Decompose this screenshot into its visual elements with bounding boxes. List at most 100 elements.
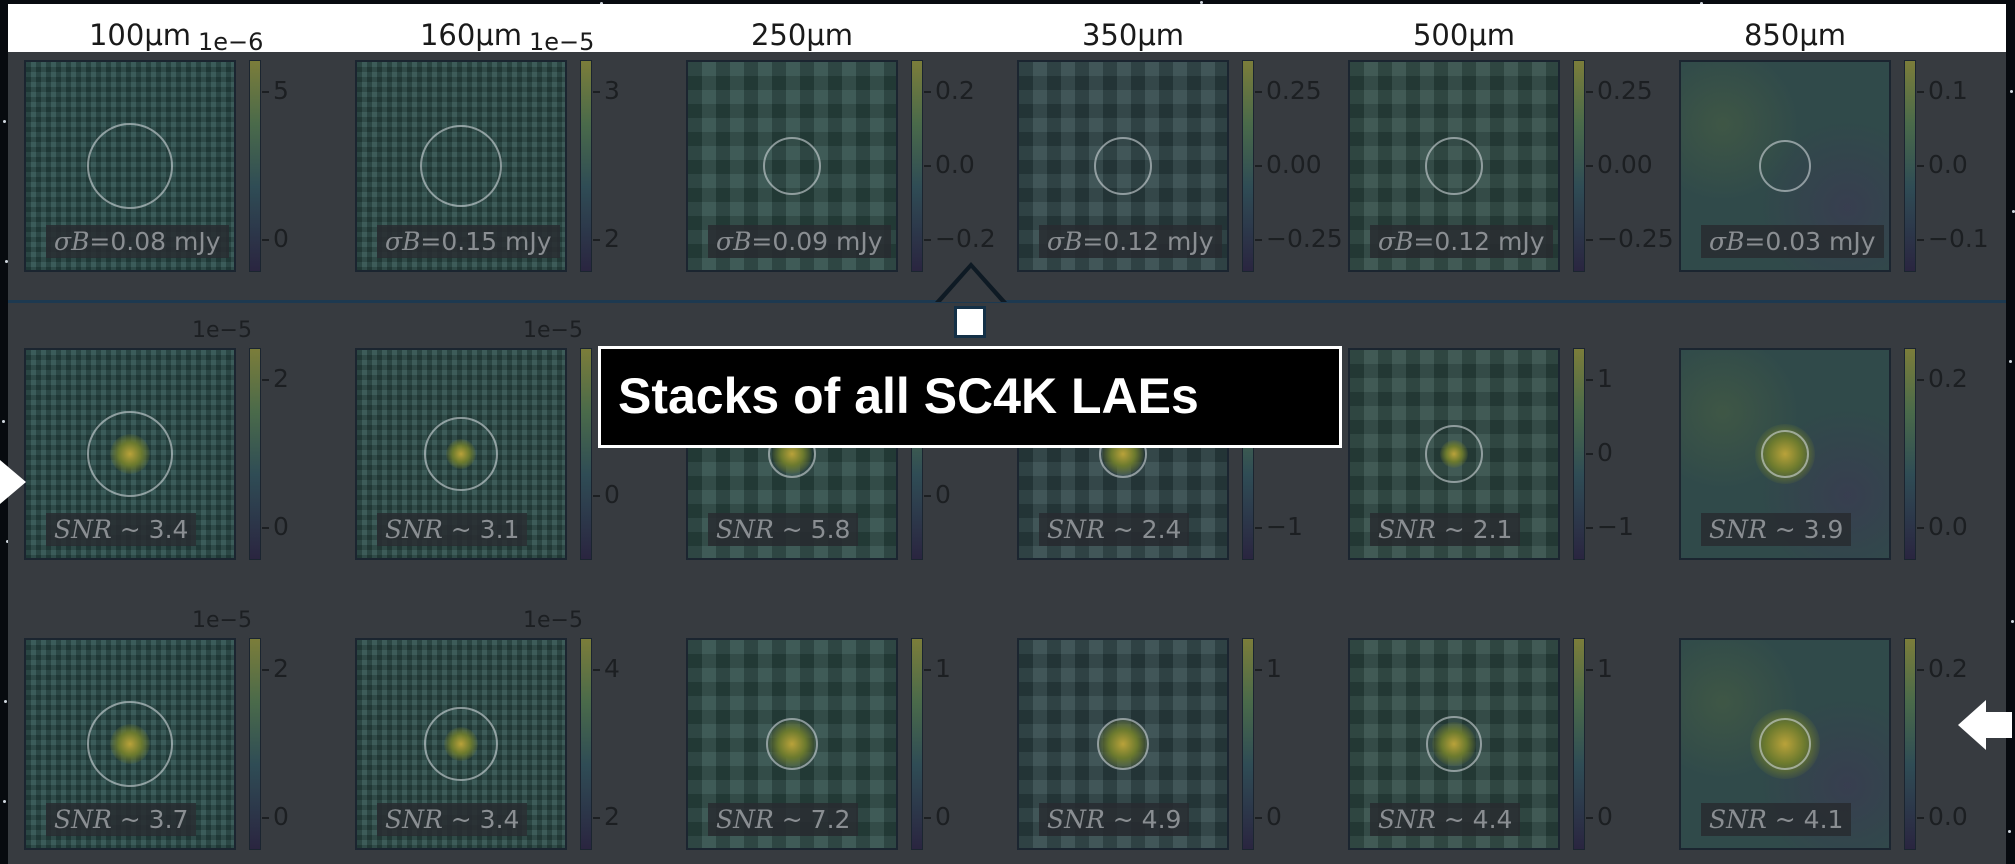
label-prefix: σB= (1047, 227, 1104, 256)
colorbar-tick-label: 0.2 (1917, 364, 1968, 393)
left-arrow-icon (0, 460, 26, 504)
aperture-circle (1425, 425, 1483, 483)
label-value: 4.1 (1803, 805, 1844, 834)
label-prefix: SNR ~ (1709, 805, 1804, 834)
colorbar-tick-label: −0.1 (1917, 224, 1989, 253)
label-prefix: SNR ~ (716, 515, 811, 544)
colorbar-tick-label: 1 (1586, 654, 1613, 683)
colorbar-exponent: 1e−5 (192, 608, 252, 633)
label-value: 4.4 (1472, 805, 1513, 834)
colorbar-tick-label: 1 (1255, 654, 1282, 683)
colorbar-tick-label: 0 (1586, 438, 1613, 467)
colorbar (1573, 348, 1585, 560)
colorbar-tick-label: 0.00 (1255, 150, 1322, 179)
colorbar-tick-label: 4 (593, 654, 620, 683)
snr-label: SNR ~ 3.9 (1701, 513, 1852, 546)
stack-image: SNR ~ 3.4 (24, 348, 236, 560)
noise-label: σB=0.15 mJy (377, 225, 560, 258)
label-prefix: SNR ~ (1709, 515, 1804, 544)
colorbar (249, 348, 261, 560)
stack-image: SNR ~ 4.9 (1017, 638, 1229, 850)
colorbar-tick-label: 0.0 (1917, 802, 1968, 831)
column-header-250um: 250μm (750, 18, 854, 52)
aperture-circle (420, 125, 502, 207)
stack-image: SNR ~ 3.7 (24, 638, 236, 850)
label-prefix: σB= (385, 227, 442, 256)
label-value: 2.1 (1472, 515, 1513, 544)
star-dot (2010, 90, 2013, 93)
label-prefix: SNR ~ (1047, 805, 1142, 834)
label-value: 0.12 mJy (1103, 227, 1214, 256)
label-prefix: SNR ~ (1378, 515, 1473, 544)
star-dot (3, 800, 6, 803)
star-dot (2008, 830, 2011, 833)
colorbar (1242, 60, 1254, 272)
colorbar (1904, 638, 1916, 850)
colorbar (249, 638, 261, 850)
square-marker (954, 306, 986, 338)
label-value: 0.12 mJy (1434, 227, 1545, 256)
snr-label: SNR ~ 7.2 (708, 803, 859, 836)
snr-label: SNR ~ 2.1 (1370, 513, 1521, 546)
colorbar-tick-label: 0 (924, 480, 951, 509)
label-value: 3.1 (479, 515, 520, 544)
colorbar-tick-label: 1 (924, 654, 951, 683)
label-prefix: σB= (54, 227, 111, 256)
snr-label: SNR ~ 3.7 (46, 803, 197, 836)
snr-label: SNR ~ 4.9 (1039, 803, 1190, 836)
colorbar-tick-label: −1 (1586, 512, 1634, 541)
colorbar-tick-label: 2 (593, 802, 620, 831)
row-separator (8, 300, 2006, 303)
noise-label: σB=0.03 mJy (1701, 225, 1884, 258)
colorbar-tick-label: 0 (1586, 802, 1613, 831)
colorbar-tick-label: 0.2 (1917, 654, 1968, 683)
callout-pointer-inner (941, 268, 1001, 302)
colorbar-tick-label: 3 (593, 76, 620, 105)
aperture-circle (1759, 140, 1811, 192)
star-dot (2, 420, 5, 423)
stack-image: σB=0.15 mJy (355, 60, 567, 272)
label-prefix: σB= (1378, 227, 1435, 256)
aperture-circle (87, 411, 173, 497)
label-value: 7.2 (810, 805, 851, 834)
callout-text: Stacks of all SC4K LAEs (618, 368, 1199, 424)
colorbar-exponent: 1e−5 (192, 318, 252, 343)
aperture-circle (1094, 137, 1152, 195)
colorbar-tick-label: 1 (1586, 364, 1613, 393)
colorbar-tick-label: 0.25 (1255, 76, 1322, 105)
star-dot (2009, 360, 2012, 363)
right-side-left-arrow-icon (1958, 700, 2012, 750)
colorbar (1573, 60, 1585, 272)
label-value: 5.8 (810, 515, 851, 544)
snr-label: SNR ~ 3.4 (377, 803, 528, 836)
stack-image: σB=0.03 mJy (1679, 60, 1891, 272)
aperture-circle (87, 123, 173, 209)
stack-image: σB=0.12 mJy (1017, 60, 1229, 272)
noise-label: σB=0.08 mJy (46, 225, 229, 258)
label-prefix: SNR ~ (1047, 515, 1142, 544)
label-prefix: SNR ~ (385, 515, 480, 544)
colorbar-tick-label: −1 (1255, 512, 1303, 541)
colorbar (1904, 60, 1916, 272)
colorbar (249, 60, 261, 272)
label-prefix: σB= (716, 227, 773, 256)
label-prefix: SNR ~ (385, 805, 480, 834)
colorbar-tick-label: −0.25 (1255, 224, 1343, 253)
stack-image: SNR ~ 2.1 (1348, 348, 1560, 560)
stack-image: SNR ~ 3.9 (1679, 348, 1891, 560)
label-prefix: SNR ~ (54, 515, 149, 544)
stack-image: SNR ~ 4.1 (1679, 638, 1891, 850)
aperture-circle (1425, 137, 1483, 195)
colorbar (580, 638, 592, 850)
colorbar-tick-label: 0.0 (1917, 150, 1968, 179)
colorbar (580, 348, 592, 560)
colorbar (911, 60, 923, 272)
label-prefix: SNR ~ (1378, 805, 1473, 834)
label-value: 0.03 mJy (1765, 227, 1876, 256)
aperture-circle (1759, 718, 1811, 770)
colorbar-tick-label: 0 (593, 480, 620, 509)
colorbar-tick-label: 5 (262, 76, 289, 105)
label-prefix: σB= (1709, 227, 1766, 256)
colorbar-tick-label: 0.0 (1917, 512, 1968, 541)
aperture-circle (424, 707, 498, 781)
